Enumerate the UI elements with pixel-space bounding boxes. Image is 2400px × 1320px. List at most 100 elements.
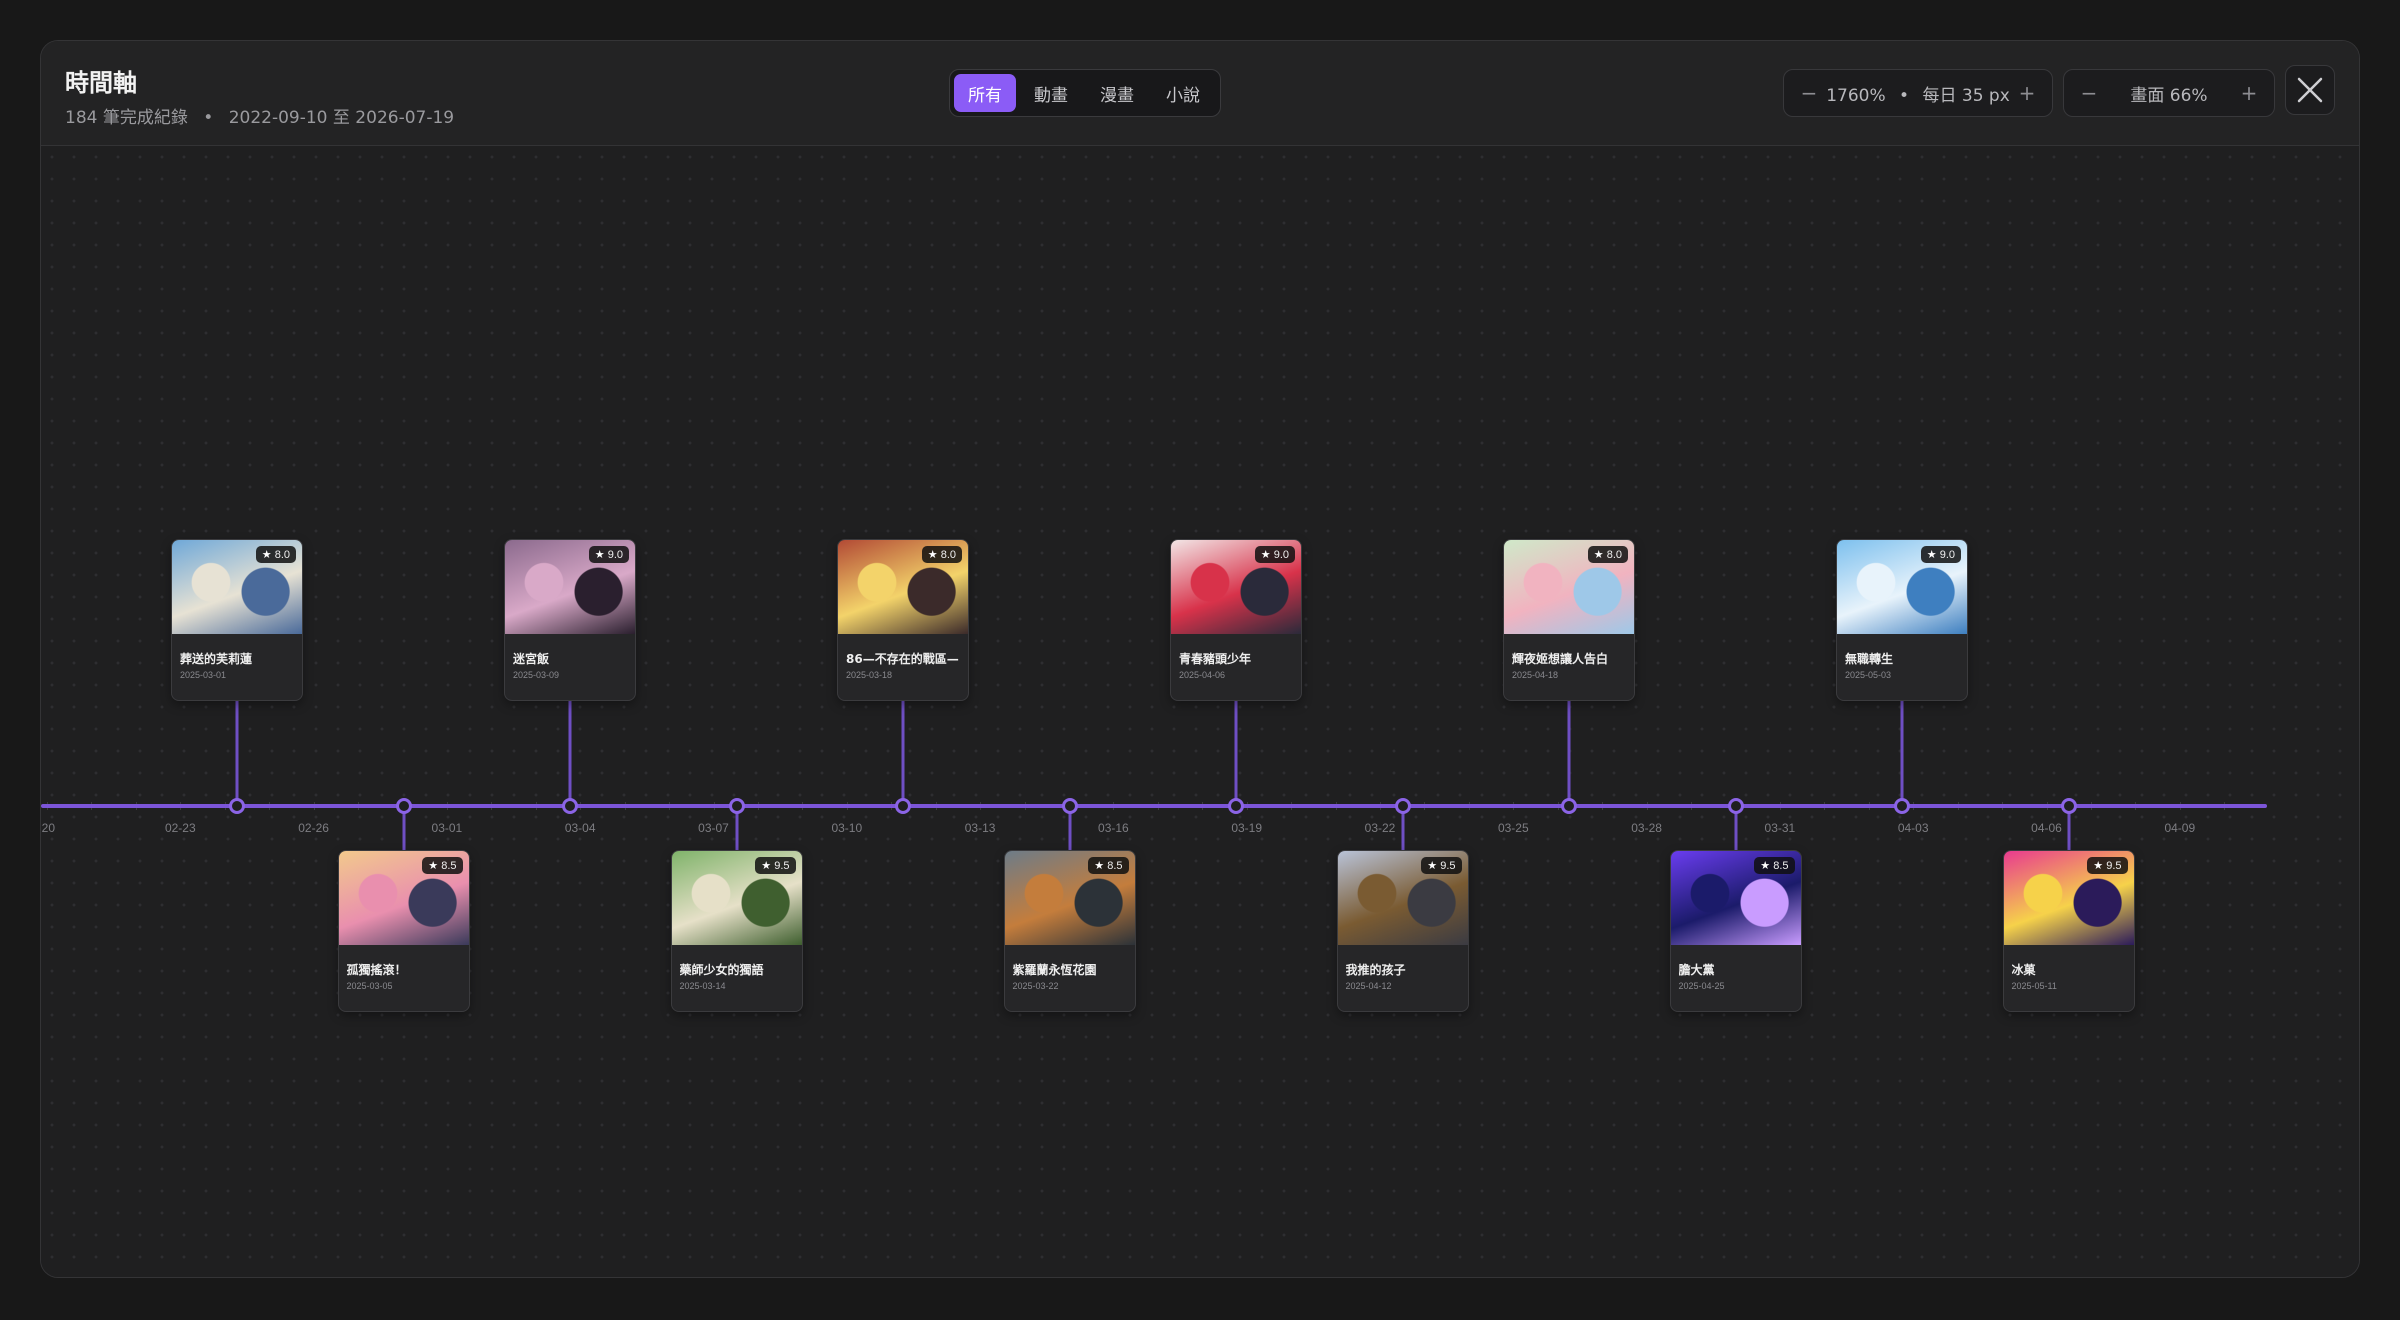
axis-tick-label: 03-01 (431, 821, 463, 835)
filter-all-button[interactable]: 所有 (954, 74, 1016, 112)
filter-manga-button[interactable]: 漫畫 (1086, 74, 1148, 112)
entry-date: 2025-05-03 (1845, 670, 1892, 680)
rating-value: 9.5 (2106, 860, 2122, 872)
rating-badge: ★ 8.0 (255, 546, 296, 563)
rating-value: 8.0 (274, 549, 290, 561)
zoom-out-button[interactable]: − (1800, 81, 1818, 105)
entry-connector (235, 701, 239, 806)
rating-badge: ★ 9.0 (1920, 546, 1961, 563)
record-count: 184 筆完成紀錄 (65, 108, 188, 128)
star-icon: ★ (761, 860, 775, 872)
axis-tick-label: 03-31 (1764, 821, 1796, 835)
rating-badge: ★ 9.5 (1421, 857, 1462, 874)
star-icon: ★ (1926, 549, 1940, 561)
entry-connector (1567, 701, 1571, 806)
axis-tick-label: 03-16 (1098, 821, 1129, 835)
star-icon: ★ (1760, 860, 1774, 872)
star-icon: ★ (1593, 549, 1607, 561)
rating-value: 8.5 (1107, 860, 1123, 872)
axis-tick-label: 03-07 (698, 821, 729, 835)
entry-connector (1900, 701, 1904, 806)
rating-value: 8.0 (940, 549, 956, 561)
timeline-card[interactable]: ★ 9.5 藥師少女的獨語 2025-03-14 (670, 850, 803, 1012)
timeline-node[interactable] (1228, 798, 1244, 814)
timeline-node[interactable] (229, 798, 245, 814)
close-button[interactable] (2285, 65, 2335, 115)
zoom-separator: • (1899, 85, 1910, 106)
axis-tick-label: 03-19 (1231, 821, 1263, 835)
rating-value: 9.0 (1939, 549, 1955, 561)
timeline-node[interactable] (728, 798, 745, 814)
timeline-axis (41, 804, 2267, 808)
zoom-value: 1760% (1826, 85, 1886, 106)
timeline-node[interactable] (562, 798, 578, 814)
timeline-node[interactable] (1727, 798, 1744, 814)
rating-badge: ★ 8.0 (1587, 546, 1628, 563)
entry-title: 我推的孩子 (1345, 963, 1406, 977)
star-icon: ★ (261, 549, 275, 561)
zoom-control: − 1760% • 每日 35 px + (1783, 69, 2053, 117)
timeline-node[interactable] (1894, 798, 1910, 814)
entry-title: 無職轉生 (1845, 652, 1894, 666)
entry-date: 2025-03-18 (846, 670, 893, 680)
entry-date: 2025-04-18 (1512, 670, 1559, 680)
type-filter: 所有 動畫 漫畫 小說 (949, 69, 1221, 117)
timeline-node[interactable] (1061, 798, 1078, 814)
star-icon: ★ (927, 549, 941, 561)
entry-title: 藥師少女的獨語 (679, 963, 764, 977)
screen-value: 畫面 66% (2130, 85, 2208, 106)
timeline-card[interactable]: ★ 8.5 膽大黨 2025-04-25 (1669, 850, 1802, 1012)
timeline-card[interactable]: ★ 8.0 86—不存在的戰區— 2025-03-18 (837, 539, 969, 701)
rating-badge: ★ 8.5 (422, 857, 463, 874)
timeline-card[interactable]: ★ 8.0 葬送的芙莉蓮 2025-03-01 (171, 539, 303, 701)
rating-value: 9.5 (774, 860, 790, 872)
entry-title: 膽大黨 (1678, 963, 1715, 977)
axis-tick-label: 20 (41, 821, 56, 835)
star-icon: ★ (1094, 860, 1108, 872)
timeline-canvas[interactable]: 20 02-23 02-26 03-01 03-04 03-07 03-10 03-13 03-… (41, 146, 2359, 1277)
timeline-card[interactable]: ★ 9.5 冰菓 2025-05-11 (2002, 850, 2135, 1012)
rating-badge: ★ 8.5 (1088, 857, 1129, 874)
screen-grow-button[interactable]: + (2240, 81, 2258, 105)
entry-title: 86—不存在的戰區— (846, 652, 959, 666)
axis-tick-label: 04-03 (1897, 821, 1929, 835)
timeline-card[interactable]: ★ 9.0 無職轉生 2025-05-03 (1836, 539, 1968, 701)
timeline-card[interactable]: ★ 9.0 迷宮飯 2025-03-09 (504, 539, 636, 701)
zoom-readout: 1760% • 每日 35 px (1826, 81, 2010, 106)
timeline-card[interactable]: ★ 8.5 孤獨搖滾！ 2025-03-05 (337, 850, 470, 1012)
entry-date: 2025-03-05 (346, 981, 393, 991)
timeline-card[interactable]: ★ 8.0 輝夜姬想讓人告白 2025-04-18 (1503, 539, 1635, 701)
screen-control: − 畫面 66% + (2063, 69, 2275, 117)
filter-anime-button[interactable]: 動畫 (1020, 74, 1082, 112)
rating-badge: ★ 9.5 (2087, 857, 2128, 874)
entry-title: 輝夜姬想讓人告白 (1512, 652, 1609, 666)
axis-tick-label: 03-25 (1497, 821, 1529, 835)
timeline-card[interactable]: ★ 9.5 我推的孩子 2025-04-12 (1336, 850, 1469, 1012)
filter-novel-button[interactable]: 小說 (1152, 74, 1214, 112)
timeline-node[interactable] (895, 798, 911, 814)
entry-title: 冰菓 (2011, 963, 2036, 977)
timeline-card[interactable]: ★ 8.5 紫羅蘭永恆花園 2025-03-22 (1003, 850, 1136, 1012)
timeline-node[interactable] (2060, 798, 2077, 814)
timeline-card[interactable]: ★ 9.0 青春豬頭少年 2025-04-06 (1170, 539, 1302, 701)
axis-tick-label: 03-13 (964, 821, 996, 835)
entry-date: 2025-04-25 (1678, 981, 1725, 991)
timeline-node[interactable] (395, 798, 412, 814)
axis-tick-label: 03-28 (1631, 821, 1662, 835)
axis-tick-label: 02-23 (164, 821, 196, 835)
star-icon: ★ (428, 860, 442, 872)
screen-shrink-button[interactable]: − (2080, 81, 2098, 105)
timeline-node[interactable] (1561, 798, 1577, 814)
entry-connector (901, 701, 905, 806)
rating-value: 9.0 (1273, 549, 1289, 561)
entry-connector (568, 701, 572, 806)
modal-header: 時間軸 184 筆完成紀錄 • 2022-09-10 至 2026-07-19 … (41, 41, 2359, 146)
zoom-in-button[interactable]: + (2018, 81, 2036, 105)
entry-connector (1234, 701, 1238, 806)
entry-title: 紫羅蘭永恆花園 (1012, 963, 1097, 977)
axis-tick-label: 04-09 (2164, 821, 2196, 835)
star-icon: ★ (2093, 860, 2107, 872)
timeline-node[interactable] (1394, 798, 1411, 814)
entry-date: 2025-03-22 (1012, 981, 1059, 991)
axis-tick-label: 03-10 (831, 821, 863, 835)
